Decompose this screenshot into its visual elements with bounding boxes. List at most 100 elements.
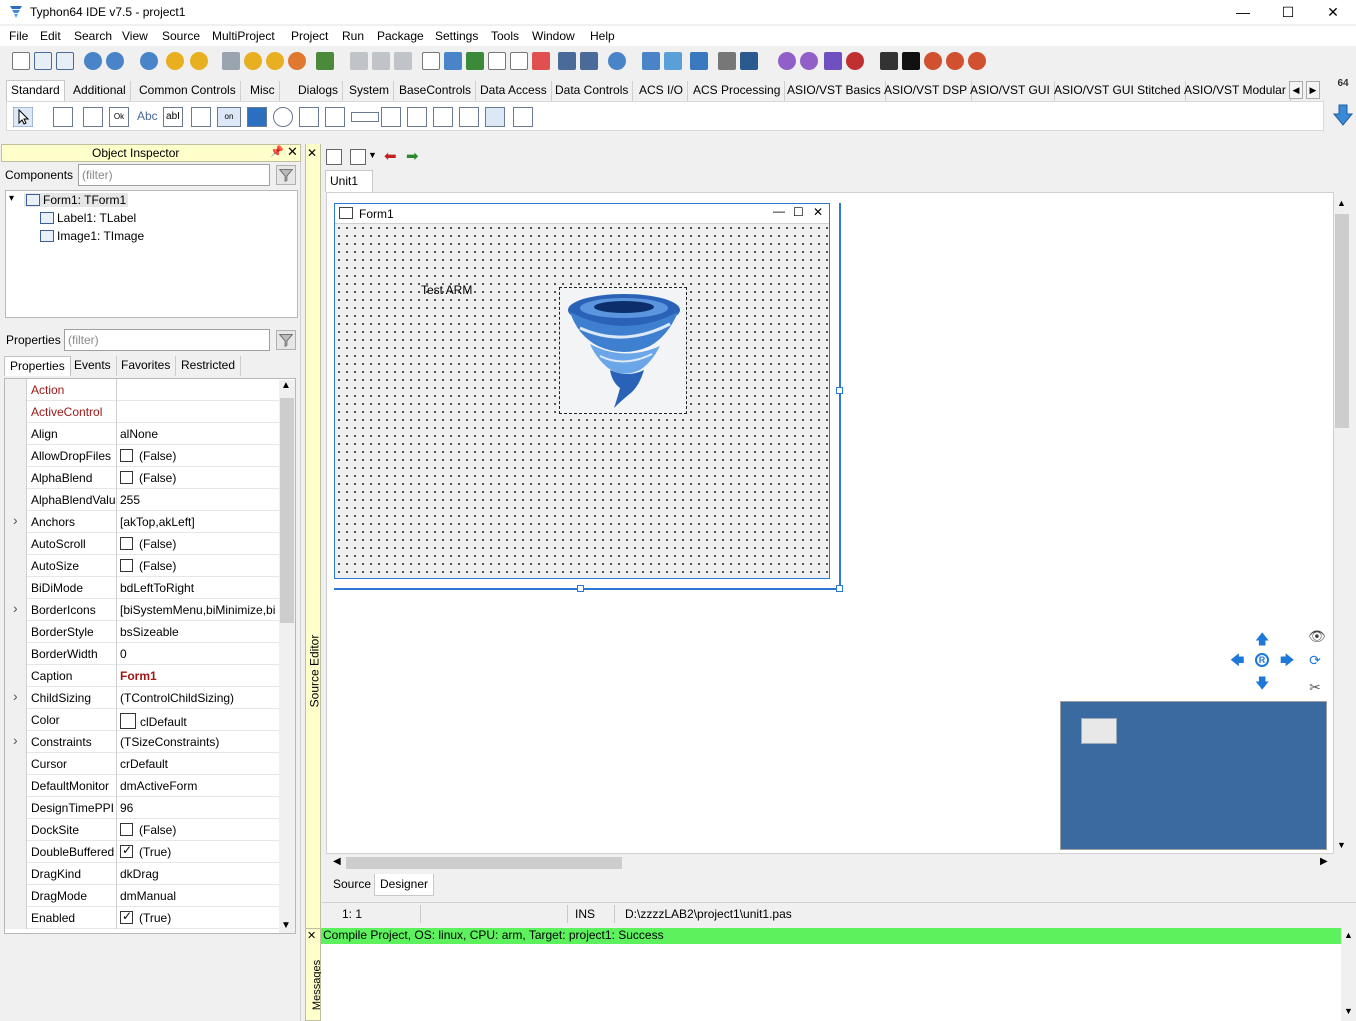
menu-project[interactable]: Project bbox=[291, 29, 328, 43]
menu-view[interactable]: View bbox=[122, 29, 148, 43]
expand-chevron-icon[interactable]: › bbox=[13, 512, 18, 528]
combobox-comp-icon[interactable] bbox=[325, 107, 345, 127]
property-value[interactable]: [akTop,akLeft] bbox=[120, 515, 280, 529]
property-row[interactable]: Enabled (True) bbox=[5, 907, 281, 929]
designer-hscroll-thumb[interactable] bbox=[346, 857, 622, 869]
property-row[interactable]: DragMode dmManual bbox=[5, 885, 281, 907]
tab-acs-processing[interactable]: ACS Processing bbox=[689, 81, 786, 101]
tab-asio-vst-dsp[interactable]: ASIO/VST DSP bbox=[880, 81, 973, 101]
property-value[interactable]: 96 bbox=[120, 801, 280, 815]
tab-asio-vst-gui-stitched[interactable]: ASIO/VST GUI Stitched bbox=[1050, 81, 1186, 101]
components-filter-input[interactable]: (filter) bbox=[78, 164, 270, 186]
property-row[interactable]: › BorderIcons [biSystemMenu,biMinimize,bi bbox=[5, 599, 281, 621]
property-value[interactable]: (False) bbox=[120, 559, 280, 573]
checkbox-icon[interactable] bbox=[120, 471, 133, 484]
view-units-icon[interactable] bbox=[444, 52, 462, 70]
property-value[interactable]: (True) bbox=[120, 911, 280, 925]
button-comp-icon[interactable]: Ok bbox=[109, 107, 129, 127]
scroll-thumb[interactable] bbox=[280, 398, 294, 623]
frame-comp-icon[interactable] bbox=[485, 107, 505, 127]
panel-comp-icon[interactable] bbox=[459, 107, 479, 127]
tools-icon[interactable] bbox=[718, 52, 736, 70]
filter-icon[interactable] bbox=[276, 330, 296, 350]
tab-misc[interactable]: Misc bbox=[246, 81, 280, 101]
new-form-icon[interactable] bbox=[34, 52, 52, 70]
checkbox-icon[interactable] bbox=[120, 823, 133, 836]
tools-icon[interactable]: ✂ bbox=[1308, 680, 1322, 694]
property-value[interactable]: 0 bbox=[120, 647, 280, 661]
checkbox-icon[interactable] bbox=[120, 845, 133, 858]
find-icon[interactable] bbox=[140, 52, 158, 70]
download-arrow-icon[interactable] bbox=[1333, 104, 1353, 126]
step-over-icon[interactable] bbox=[946, 52, 964, 70]
menu-help[interactable]: Help bbox=[590, 29, 615, 43]
tab-asio-vst-basics[interactable]: ASIO/VST Basics bbox=[783, 81, 886, 101]
property-row[interactable]: › Anchors [akTop,akLeft] bbox=[5, 511, 281, 533]
tab-common-controls[interactable]: Common Controls bbox=[135, 81, 241, 101]
scroll-down-icon[interactable]: ▼ bbox=[1344, 1006, 1353, 1016]
menu-source[interactable]: Source bbox=[162, 29, 200, 43]
waves-icon[interactable] bbox=[690, 52, 708, 70]
property-row[interactable]: › ChildSizing (TControlChildSizing) bbox=[5, 687, 281, 709]
minimize-button[interactable]: — bbox=[1220, 0, 1266, 24]
property-row[interactable]: AlphaBlendValu 255 bbox=[5, 489, 281, 511]
property-value[interactable]: (False) bbox=[120, 823, 280, 837]
package-open-icon[interactable] bbox=[190, 52, 208, 70]
scroll-right-icon[interactable]: ▶ bbox=[1320, 856, 1328, 867]
menu-file[interactable]: File bbox=[9, 29, 28, 43]
new-unit-icon[interactable] bbox=[56, 52, 74, 70]
pin-icon[interactable]: 📌 bbox=[270, 145, 284, 158]
save-icon[interactable] bbox=[350, 52, 368, 70]
properties-filter-input[interactable]: (filter) bbox=[64, 329, 270, 351]
new-file-icon[interactable] bbox=[12, 52, 30, 70]
resize-handle-bottom[interactable] bbox=[577, 585, 584, 592]
close-editor-icon[interactable]: ✕ bbox=[307, 146, 317, 160]
tab-scroll-left-icon[interactable]: ◀ bbox=[1289, 81, 1303, 99]
open-icon[interactable] bbox=[84, 52, 102, 70]
scroll-up-icon[interactable]: ▲ bbox=[1337, 198, 1346, 208]
close-panel-icon[interactable]: ✕ bbox=[287, 144, 298, 160]
property-value[interactable]: (True) bbox=[120, 845, 280, 859]
close-messages-icon[interactable]: ✕ bbox=[307, 929, 316, 942]
menu-package[interactable]: Package bbox=[377, 29, 424, 43]
property-row[interactable]: AutoScroll (False) bbox=[5, 533, 281, 555]
nav-left-icon[interactable]: 🡄 bbox=[1230, 653, 1244, 667]
property-row[interactable]: DockSite (False) bbox=[5, 819, 281, 841]
property-value[interactable]: crDefault bbox=[120, 757, 280, 771]
menu-search[interactable]: Search bbox=[74, 29, 112, 43]
settings-d-icon[interactable] bbox=[288, 52, 306, 70]
maximize-button[interactable]: ☐ bbox=[1265, 0, 1311, 24]
groupbox-comp-icon[interactable] bbox=[381, 107, 401, 127]
tab-data-access[interactable]: Data Access bbox=[476, 81, 552, 101]
step-out-icon[interactable] bbox=[968, 52, 986, 70]
scroll-up-icon[interactable]: ▲ bbox=[281, 380, 291, 391]
component-list-icon[interactable] bbox=[488, 52, 506, 70]
expand-chevron-icon[interactable]: › bbox=[13, 732, 18, 748]
radiogroup-comp-icon[interactable] bbox=[407, 107, 427, 127]
property-value[interactable]: dkDrag bbox=[120, 867, 280, 881]
tree-node-form1[interactable]: Form1: TForm1 bbox=[24, 193, 129, 207]
checkbox-icon[interactable] bbox=[120, 911, 133, 924]
dropdown-icon[interactable]: ▼ bbox=[368, 150, 377, 160]
property-value[interactable]: (TSizeConstraints) bbox=[120, 735, 280, 749]
options-gear-b-icon[interactable] bbox=[800, 52, 818, 70]
label-comp-icon[interactable]: Abc bbox=[137, 109, 158, 123]
popupmenu-comp-icon[interactable] bbox=[83, 107, 103, 127]
tab-system[interactable]: System bbox=[345, 81, 395, 101]
scrollbar-comp-icon[interactable] bbox=[351, 112, 379, 122]
view-forms-icon[interactable] bbox=[466, 52, 484, 70]
property-row[interactable]: AllowDropFiles (False) bbox=[5, 445, 281, 467]
back-arrow-icon[interactable]: ⬅ bbox=[384, 147, 397, 165]
checkgroup-comp-icon[interactable] bbox=[433, 107, 453, 127]
image1[interactable] bbox=[559, 287, 687, 414]
network-icon[interactable] bbox=[642, 52, 660, 70]
refresh-icon[interactable]: ⟳ bbox=[1308, 653, 1322, 667]
run-icon[interactable] bbox=[824, 52, 842, 70]
property-value[interactable]: (TControlChildSizing) bbox=[120, 691, 280, 705]
settings-a-icon[interactable] bbox=[222, 52, 240, 70]
scroll-down-icon[interactable]: ▼ bbox=[1337, 840, 1346, 850]
nav-up-icon[interactable]: 🡅 bbox=[1255, 632, 1269, 646]
property-value[interactable]: 255 bbox=[120, 493, 280, 507]
tab-favorites[interactable]: Favorites bbox=[116, 356, 177, 376]
filter-icon[interactable] bbox=[276, 165, 296, 185]
